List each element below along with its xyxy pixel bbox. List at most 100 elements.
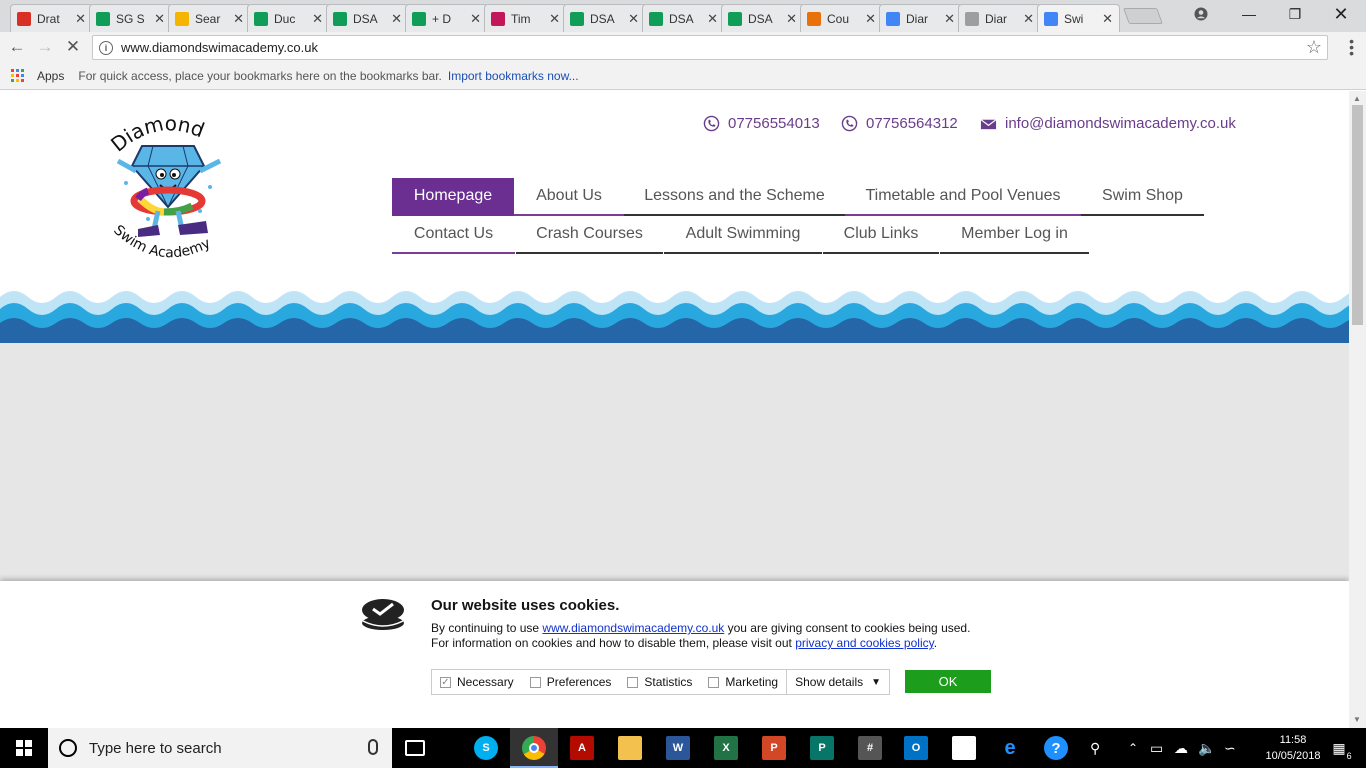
show-details-toggle[interactable]: Show details ▼ — [786, 670, 889, 694]
new-tab-button[interactable] — [1123, 8, 1163, 24]
cortana-icon[interactable] — [59, 739, 77, 757]
nav-adult-swimming[interactable]: Adult Swimming — [664, 216, 822, 254]
browser-tab[interactable]: Cou ✕ — [800, 4, 883, 32]
publisher-icon[interactable]: P — [810, 736, 834, 760]
close-tab-icon[interactable]: ✕ — [233, 11, 244, 27]
back-button[interactable]: ← — [7, 37, 27, 57]
clock-time[interactable]: 11:58 — [1262, 732, 1324, 748]
cookie-ok-button[interactable]: OK — [905, 670, 991, 693]
chrome-icon[interactable] — [522, 736, 546, 760]
browser-tab[interactable]: Diar ✕ — [958, 4, 1041, 32]
sticky-notes-icon[interactable] — [952, 736, 976, 760]
option-preferences[interactable]: Preferences — [522, 675, 620, 689]
task-view-icon[interactable] — [405, 740, 425, 756]
browser-tab[interactable]: Duc ✕ — [247, 4, 330, 32]
address-bar[interactable]: i www.diamondswimacademy.co.uk ☆ — [92, 35, 1328, 60]
option-marketing[interactable]: Marketing — [700, 675, 786, 689]
outlook-icon[interactable]: O — [904, 736, 928, 760]
browser-tab[interactable]: DSA ✕ — [326, 4, 409, 32]
tab-title[interactable]: Drat — [37, 12, 71, 26]
minimize-button[interactable]: — — [1226, 0, 1272, 28]
tab-title[interactable]: SG S — [116, 12, 150, 26]
chevron-up-icon[interactable]: ⌃ — [1128, 728, 1138, 768]
nav-crash-courses[interactable]: Crash Courses — [516, 216, 663, 254]
acrobat-icon[interactable]: A — [570, 736, 594, 760]
forward-button[interactable]: → — [35, 37, 55, 57]
close-tab-icon[interactable]: ✕ — [1102, 11, 1113, 27]
action-center-icon[interactable]: ▦ 6 — [1326, 728, 1352, 768]
close-tab-icon[interactable]: ✕ — [391, 11, 402, 27]
restore-button[interactable]: ❐ — [1272, 0, 1318, 28]
nav-member-login[interactable]: Member Log in — [940, 216, 1089, 254]
email-address[interactable]: info@diamondswimacademy.co.uk — [1005, 115, 1236, 132]
close-tab-icon[interactable]: ✕ — [786, 11, 797, 27]
powerpoint-icon[interactable]: P — [762, 736, 786, 760]
onedrive-icon[interactable]: ☁ — [1174, 728, 1188, 768]
browser-tab[interactable]: Drat ✕ — [10, 4, 93, 32]
people-icon[interactable]: ⚲ — [1090, 728, 1100, 768]
volume-icon[interactable]: 🔈 — [1198, 728, 1215, 768]
site-logo[interactable]: Diamond Swim Academy — [106, 111, 243, 271]
nav-contact-us[interactable]: Contact Us — [392, 216, 515, 254]
email-contact[interactable]: info@diamondswimacademy.co.uk — [980, 115, 1236, 132]
option-statistics[interactable]: Statistics — [619, 675, 700, 689]
profile-icon[interactable] — [1178, 0, 1224, 28]
tab-title[interactable]: Tim — [511, 12, 545, 26]
taskbar-search[interactable]: Type here to search — [48, 728, 392, 768]
tab-title[interactable]: DSA — [590, 12, 624, 26]
marketing-checkbox[interactable] — [708, 676, 720, 688]
browser-tab[interactable]: Diar ✕ — [879, 4, 962, 32]
word-icon[interactable]: W — [666, 736, 690, 760]
scroll-up-icon[interactable]: ▲ — [1353, 94, 1361, 103]
apps-link[interactable]: Apps — [37, 69, 64, 83]
close-tab-icon[interactable]: ✕ — [470, 11, 481, 27]
close-tab-icon[interactable]: ✕ — [1023, 11, 1034, 27]
close-tab-icon[interactable]: ✕ — [312, 11, 323, 27]
privacy-policy-link[interactable]: privacy and cookies policy — [795, 636, 934, 650]
nav-club-links[interactable]: Club Links — [823, 216, 939, 254]
edge-icon[interactable]: e — [998, 736, 1022, 760]
battery-icon[interactable]: ▭ — [1150, 728, 1163, 768]
calculator-icon[interactable]: # — [858, 736, 882, 760]
browser-tab[interactable]: Tim ✕ — [484, 4, 567, 32]
scrollbar-thumb[interactable] — [1352, 105, 1363, 325]
browser-tab[interactable]: DSA ✕ — [563, 4, 646, 32]
help-icon[interactable]: ? — [1044, 736, 1068, 760]
site-info-icon[interactable]: i — [99, 40, 113, 55]
tab-title[interactable]: Diar — [906, 12, 940, 26]
system-clock[interactable]: 11:58 10/05/2018 — [1262, 732, 1324, 764]
close-tab-icon[interactable]: ✕ — [154, 11, 165, 27]
close-tab-icon[interactable]: ✕ — [707, 11, 718, 27]
page-scrollbar[interactable]: ▲ ▼ — [1349, 91, 1366, 728]
tab-title[interactable]: Swi — [1064, 12, 1098, 26]
close-tab-icon[interactable]: ✕ — [628, 11, 639, 27]
phone-contact-1[interactable]: 07756554013 — [703, 115, 820, 132]
close-tab-icon[interactable]: ✕ — [549, 11, 560, 27]
tab-title[interactable]: Sear — [195, 12, 229, 26]
start-button[interactable] — [0, 728, 48, 768]
wifi-icon[interactable]: ∽ — [1224, 728, 1236, 768]
close-tab-icon[interactable]: ✕ — [75, 11, 86, 27]
phone-number[interactable]: 07756564312 — [866, 115, 958, 132]
nav-timetable[interactable]: Timetable and Pool Venues — [845, 178, 1081, 216]
tab-title[interactable]: DSA — [748, 12, 782, 26]
option-label[interactable]: Preferences — [547, 675, 612, 689]
scroll-down-icon[interactable]: ▼ — [1353, 715, 1361, 724]
nav-swim-shop[interactable]: Swim Shop — [1081, 178, 1204, 216]
browser-tab[interactable]: + D ✕ — [405, 4, 488, 32]
search-placeholder[interactable]: Type here to search — [89, 740, 222, 757]
excel-icon[interactable]: X — [714, 736, 738, 760]
tab-title[interactable]: Diar — [985, 12, 1019, 26]
preferences-checkbox[interactable] — [529, 676, 541, 688]
phone-contact-2[interactable]: 07756564312 — [841, 115, 958, 132]
nav-about-us[interactable]: About Us — [514, 178, 624, 216]
browser-tab[interactable]: DSA ✕ — [642, 4, 725, 32]
url-text[interactable]: www.diamondswimacademy.co.uk — [121, 40, 318, 55]
browser-menu-icon[interactable]: • • • — [1349, 34, 1354, 60]
option-label[interactable]: Marketing — [725, 675, 778, 689]
tab-title[interactable]: + D — [432, 12, 466, 26]
tab-title[interactable]: DSA — [669, 12, 703, 26]
apps-icon[interactable] — [11, 68, 25, 83]
skype-icon[interactable]: S — [474, 736, 498, 760]
cookie-site-link[interactable]: www.diamondswimacademy.co.uk — [542, 621, 724, 635]
